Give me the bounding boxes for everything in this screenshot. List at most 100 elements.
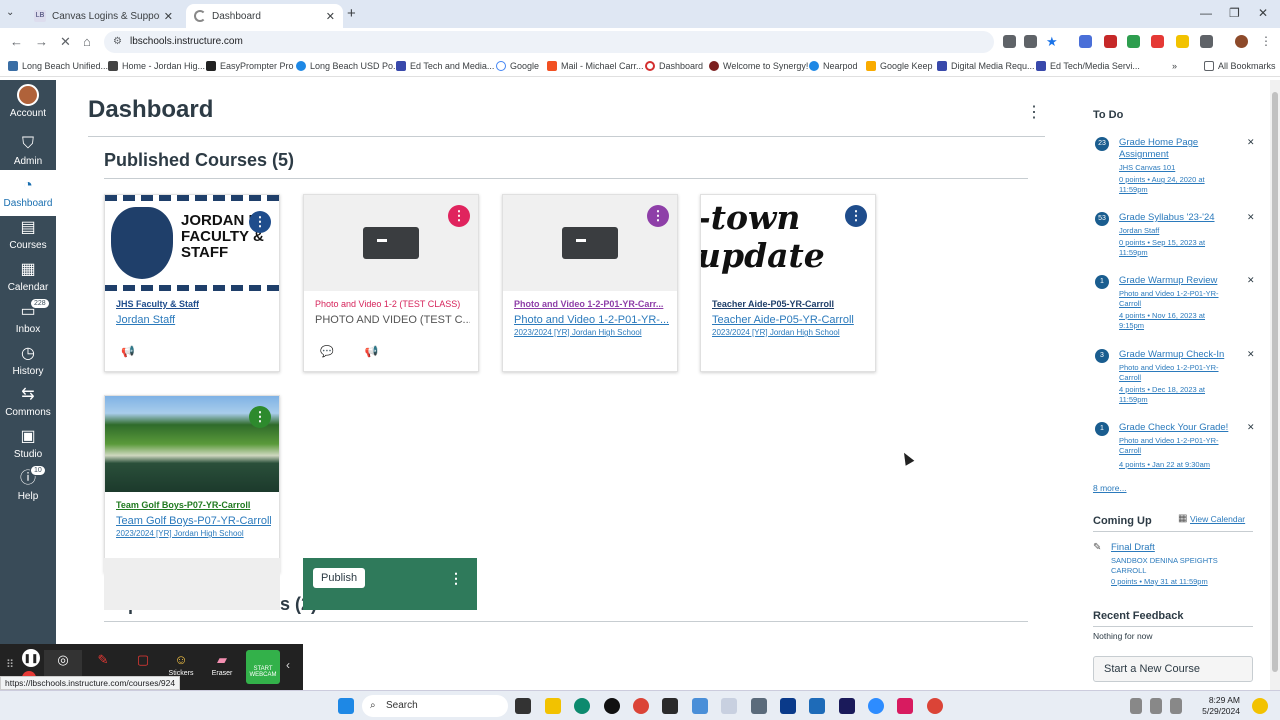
address-bar[interactable]: ⚙ lbschools.instructure.com [104, 31, 994, 53]
course-name[interactable]: PHOTO AND VIDEO (TEST C... [315, 314, 470, 326]
course-card[interactable]: ⋮ Team Golf Boys-P07-YR-Carroll Team Gol… [104, 395, 280, 573]
snipping-icon[interactable] [692, 698, 708, 714]
new-tab-icon[interactable]: + [347, 5, 356, 22]
dismiss-icon[interactable]: ✕ [1247, 275, 1255, 286]
nav-history[interactable]: ◷ History [0, 344, 56, 384]
todo-title[interactable]: Grade Home Page Assignment [1119, 137, 1229, 161]
course-name[interactable]: Photo and Video 1-2-P01-YR-... [514, 314, 669, 326]
chrome-icon[interactable] [927, 698, 943, 714]
todo-title[interactable]: Grade Warmup Review [1119, 275, 1229, 287]
bookmark-item[interactable]: Welcome to Synergy! [709, 61, 808, 71]
card-options-icon[interactable]: ⋮ [249, 211, 271, 233]
card-options-icon[interactable]: ⋮ [449, 570, 463, 587]
translate-icon[interactable] [1024, 35, 1037, 48]
profile-avatar[interactable] [1235, 35, 1248, 48]
announcement-icon[interactable]: 📢 [121, 346, 135, 358]
nav-inbox[interactable]: ▭ 228 Inbox [0, 298, 56, 342]
app-icon[interactable] [604, 698, 620, 714]
bookmark-item[interactable]: Ed Tech and Media... [396, 61, 494, 71]
notification-icon[interactable] [1252, 698, 1268, 714]
start-webcam-button[interactable]: START WEBCAM [246, 650, 280, 684]
app-icon[interactable] [897, 698, 913, 714]
taskbar-clock[interactable]: 8:29 AM 5/29/2024 [1196, 695, 1240, 717]
nav-calendar[interactable]: ▦ Calendar [0, 260, 56, 300]
bookmark-item[interactable]: Google Keep [866, 61, 933, 71]
todo-title[interactable]: Grade Syllabus '23-'24 [1119, 212, 1229, 224]
dismiss-icon[interactable]: ✕ [1247, 137, 1255, 148]
edge-icon[interactable] [574, 698, 590, 714]
scrollbar-thumb[interactable] [1272, 92, 1278, 672]
tab-canvas-logins[interactable]: LB Canvas Logins & Support - Lon ✕ [26, 4, 181, 28]
dismiss-icon[interactable]: ✕ [1247, 212, 1255, 223]
card-options-icon[interactable]: ⋮ [845, 205, 867, 227]
nav-dashboard[interactable]: ◔ Dashboard [0, 170, 56, 216]
dashboard-options-icon[interactable]: ⋮ [1026, 102, 1042, 122]
forward-icon[interactable]: → [35, 34, 48, 49]
bookmark-item[interactable]: Long Beach Unified... [8, 61, 108, 71]
back-icon[interactable]: ← [10, 34, 23, 49]
nav-studio[interactable]: ▣ Studio [0, 427, 56, 467]
tray-icon[interactable] [1130, 698, 1142, 714]
extension-icon[interactable] [1127, 35, 1140, 48]
card-options-icon[interactable]: ⋮ [249, 406, 271, 428]
start-menu-icon[interactable] [338, 698, 354, 714]
start-new-course-button[interactable]: Start a New Course [1093, 656, 1253, 682]
tab-search-icon[interactable]: ⌄ [6, 7, 14, 18]
chrome-icon[interactable] [633, 698, 649, 714]
extensions-puzzle-icon[interactable] [1200, 35, 1213, 48]
course-code[interactable]: Teacher Aide-P05-YR-Carroll [712, 299, 867, 309]
wifi-icon[interactable] [1150, 698, 1162, 714]
bookmark-item[interactable]: Home - Jordan Hig... [108, 61, 205, 71]
file-explorer-icon[interactable] [545, 698, 561, 714]
app-icon[interactable] [721, 698, 737, 714]
bookmark-star-icon[interactable]: ★ [1046, 35, 1059, 48]
extension-icon[interactable] [1176, 35, 1189, 48]
taskbar-search[interactable]: ⌕ Search [362, 695, 508, 717]
course-name[interactable]: Jordan Staff [116, 314, 271, 326]
dismiss-icon[interactable]: ✕ [1247, 349, 1255, 360]
extension-icon[interactable] [1104, 35, 1117, 48]
discussion-icon[interactable]: 💬 [320, 346, 334, 358]
course-card-image[interactable]: -town update ⋮ [701, 195, 875, 291]
cast-icon[interactable] [1003, 35, 1016, 48]
app-icon[interactable] [662, 698, 678, 714]
bookmark-item[interactable]: Long Beach USD Po... [296, 61, 401, 71]
course-card-image[interactable]: ⋮ [503, 195, 677, 291]
card-options-icon[interactable]: ⋮ [448, 205, 470, 227]
tab-close-icon[interactable]: ✕ [164, 10, 173, 23]
nav-account[interactable]: Account [0, 84, 56, 126]
premiere-icon[interactable] [839, 698, 855, 714]
volume-icon[interactable] [1170, 698, 1182, 714]
card-options-icon[interactable]: ⋮ [647, 205, 669, 227]
zoom-icon[interactable] [868, 698, 884, 714]
minimize-icon[interactable]: — [1200, 6, 1212, 20]
course-card[interactable]: JORDAN HS FACULTY & STAFF ⋮ JHS Faculty … [104, 194, 280, 372]
todo-title[interactable]: Grade Warmup Check-In [1119, 349, 1229, 361]
todo-course[interactable]: Photo and Video 1-2-P01-YR-Carroll [1119, 436, 1229, 456]
show-more-link[interactable]: 8 more... [1093, 483, 1127, 493]
pause-icon[interactable]: ❚❚ [22, 649, 40, 667]
course-card-image[interactable]: ⋮ [105, 396, 279, 492]
nav-courses[interactable]: ▤ Courses [0, 218, 56, 258]
bookmark-item[interactable]: Ed Tech/Media Servi... [1036, 61, 1140, 71]
view-calendar-link[interactable]: View Calendar [1190, 514, 1245, 524]
bookmark-item[interactable]: Google [496, 61, 539, 71]
todo-title[interactable]: Grade Check Your Grade! [1119, 422, 1229, 434]
extension-icon[interactable] [1151, 35, 1164, 48]
nav-help[interactable]: ⓘ 10 Help [0, 465, 56, 509]
tab-close-icon[interactable]: ✕ [326, 10, 335, 23]
todo-course[interactable]: Photo and Video 1-2-P01-YR-Carroll [1119, 289, 1229, 309]
course-card[interactable]: ⋮ Photo and Video 1-2-P01-YR-Carr... Pho… [502, 194, 678, 372]
calculator-icon[interactable] [751, 698, 767, 714]
todo-course[interactable]: Photo and Video 1-2-P01-YR-Carroll [1119, 363, 1229, 383]
collapse-icon[interactable]: ‹ [286, 658, 290, 672]
course-code[interactable]: Photo and Video 1-2 (TEST CLASS) [315, 299, 470, 309]
course-name[interactable]: Teacher Aide-P05-YR-Carroll [712, 314, 867, 326]
tab-dashboard[interactable]: Dashboard ✕ [186, 4, 343, 28]
app-icon[interactable] [809, 698, 825, 714]
publish-button[interactable]: Publish [313, 568, 366, 588]
site-info-icon[interactable]: ⚙ [113, 31, 122, 53]
todo-course[interactable]: Jordan Staff [1119, 226, 1229, 236]
all-bookmarks[interactable]: All Bookmarks [1204, 61, 1276, 71]
course-card[interactable]: -town update ⋮ Teacher Aide-P05-YR-Carro… [700, 194, 876, 372]
